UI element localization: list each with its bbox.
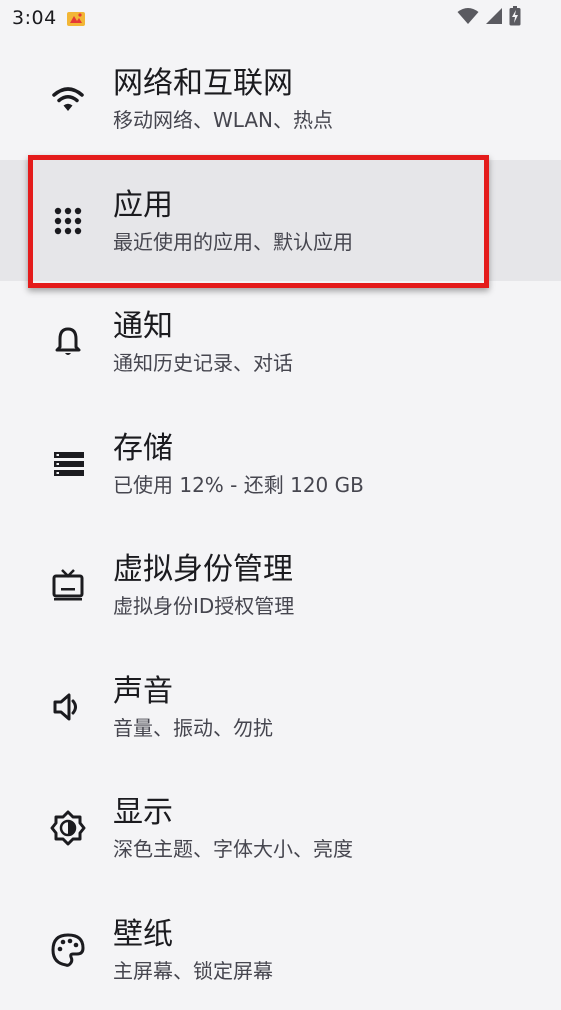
cellular-signal-icon: [485, 7, 503, 29]
settings-item-subtitle: 虚拟身份ID授权管理: [113, 593, 294, 619]
game-controller-icon: [66, 10, 86, 28]
settings-list: 网络和互联网 移动网络、WLAN、热点 应用 最近使用的应用、默认应用: [0, 38, 561, 1010]
apps-grid-icon: [50, 203, 86, 239]
battery-charging-icon: [509, 6, 521, 30]
settings-item-subtitle: 主屏幕、锁定屏幕: [113, 958, 273, 984]
settings-item-subtitle: 移动网络、WLAN、热点: [113, 107, 333, 133]
wifi-icon: [457, 7, 479, 29]
status-bar: 3:04: [0, 0, 561, 40]
settings-item-virtual-identity[interactable]: 虚拟身份管理 虚拟身份ID授权管理: [0, 524, 561, 646]
settings-item-title: 显示: [113, 795, 173, 831]
settings-item-title: 应用: [113, 188, 173, 224]
settings-item-wallpaper[interactable]: 壁纸 主屏幕、锁定屏幕: [0, 889, 561, 1010]
brightness-icon: [50, 810, 86, 846]
settings-item-subtitle: 通知历史记录、对话: [113, 350, 293, 376]
settings-item-sound[interactable]: 声音 音量、振动、勿扰: [0, 646, 561, 768]
settings-item-subtitle: 最近使用的应用、默认应用: [113, 229, 353, 255]
settings-item-title: 声音: [113, 674, 173, 710]
settings-item-title: 网络和互联网: [113, 66, 293, 102]
settings-item-title: 通知: [113, 309, 173, 345]
settings-item-apps[interactable]: 应用 最近使用的应用、默认应用: [0, 160, 561, 282]
settings-item-display[interactable]: 显示 深色主题、字体大小、亮度: [0, 767, 561, 889]
status-time: 3:04: [12, 7, 57, 29]
volume-icon: [50, 689, 86, 725]
settings-item-subtitle: 深色主题、字体大小、亮度: [113, 836, 353, 862]
settings-item-storage[interactable]: 存储 已使用 12% - 还剩 120 GB: [0, 403, 561, 525]
settings-item-network[interactable]: 网络和互联网 移动网络、WLAN、热点: [0, 38, 561, 160]
settings-item-title: 壁纸: [113, 917, 173, 953]
settings-item-subtitle: 已使用 12% - 还剩 120 GB: [113, 472, 364, 498]
palette-icon: [50, 932, 86, 968]
bell-icon: [50, 324, 86, 360]
settings-item-title: 虚拟身份管理: [113, 552, 293, 588]
settings-item-notifications[interactable]: 通知 通知历史记录、对话: [0, 281, 561, 403]
settings-item-subtitle: 音量、振动、勿扰: [113, 715, 273, 741]
tv-icon: [50, 567, 86, 603]
settings-item-title: 存储: [113, 431, 173, 467]
wifi-icon: [50, 81, 86, 117]
system-icons: [457, 7, 521, 29]
storage-icon: [50, 446, 86, 482]
